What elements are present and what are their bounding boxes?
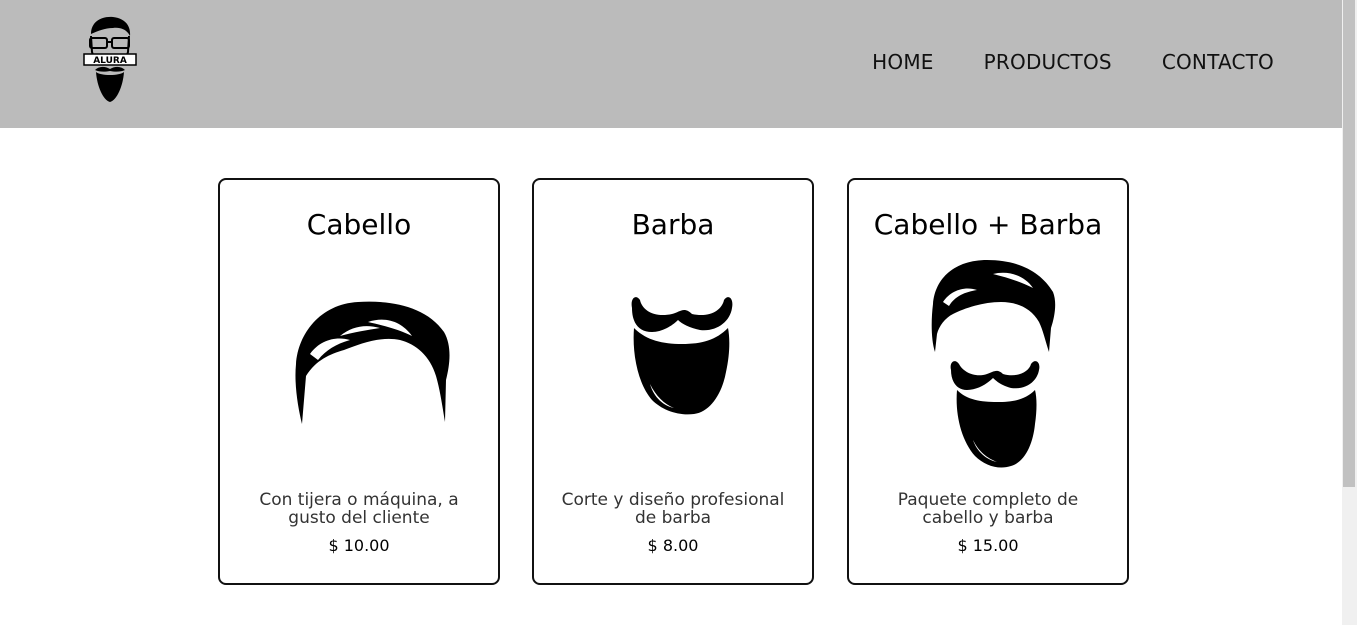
product-description: Con tijera o máquina, a gusto del client… bbox=[259, 490, 459, 528]
alura-logo[interactable]: ALURA bbox=[83, 14, 137, 104]
product-price: $ 10.00 bbox=[328, 536, 390, 555]
product-description: Paquete completo de cabello y barba bbox=[897, 490, 1079, 528]
scrollbar-thumb[interactable] bbox=[1343, 0, 1355, 487]
beard-icon bbox=[631, 297, 733, 415]
product-description: Corte y diseño profesional de barba bbox=[561, 490, 785, 528]
barber-logo-icon: ALURA bbox=[83, 16, 137, 102]
site-header: ALURA HOME PRODUCTOS CONTACTO bbox=[0, 0, 1342, 128]
hair-icon bbox=[295, 301, 450, 424]
main-nav: HOME PRODUCTOS CONTACTO bbox=[822, 49, 1274, 75]
nav-productos[interactable]: PRODUCTOS bbox=[984, 49, 1112, 75]
logo-text: ALURA bbox=[93, 56, 127, 66]
nav-contacto[interactable]: CONTACTO bbox=[1162, 49, 1274, 75]
product-price: $ 15.00 bbox=[957, 536, 1019, 555]
product-card-cabello-barba[interactable]: Cabello + Barba Paquete completo de cabe… bbox=[847, 178, 1129, 585]
product-price: $ 8.00 bbox=[647, 536, 699, 555]
product-title: Barba bbox=[631, 208, 715, 241]
product-card-barba[interactable]: Barba Corte y diseño profesional de barb… bbox=[532, 178, 814, 585]
product-title: Cabello bbox=[306, 208, 412, 241]
product-card-cabello[interactable]: Cabello Con tijera o máquina, a gusto de… bbox=[218, 178, 500, 585]
hair-and-beard-icon bbox=[931, 260, 1056, 468]
nav-home[interactable]: HOME bbox=[872, 49, 933, 75]
product-title: Cabello + Barba bbox=[873, 208, 1103, 241]
